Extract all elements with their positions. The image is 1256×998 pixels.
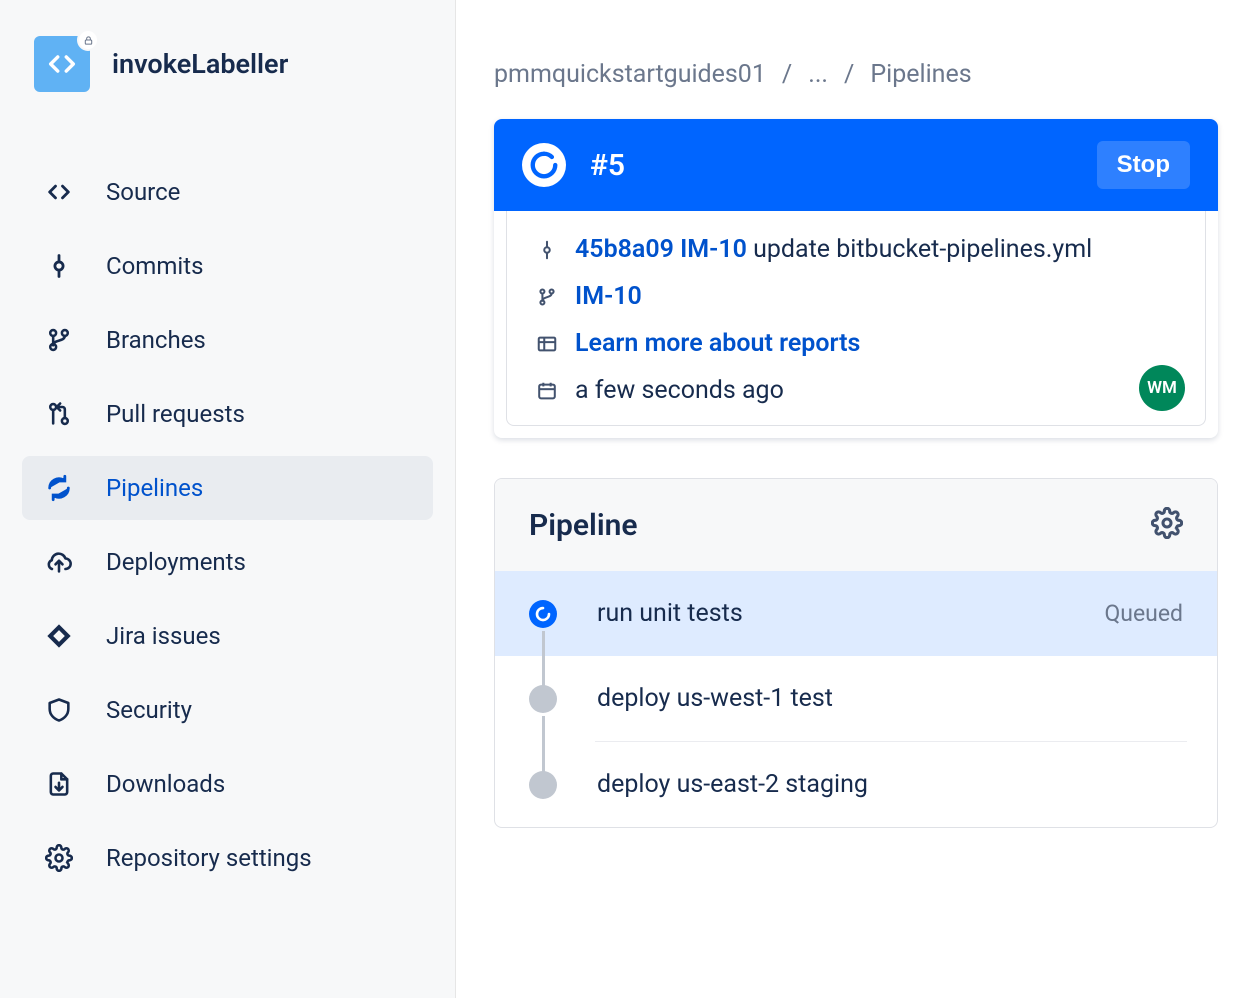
pipeline-title: Pipeline <box>529 508 638 543</box>
step-running-icon <box>529 600 557 628</box>
jira-icon <box>44 622 74 650</box>
shield-icon <box>44 696 74 724</box>
commit-icon <box>535 239 559 261</box>
sidebar-item-label: Jira issues <box>106 622 221 650</box>
step-label: deploy us-east-2 staging <box>597 770 1143 799</box>
download-icon <box>44 770 74 798</box>
step-label: run unit tests <box>597 599 1064 628</box>
time-row: a few seconds ago <box>535 376 1177 405</box>
run-time: a few seconds ago <box>575 376 784 405</box>
step-pending-icon <box>529 771 557 799</box>
branch-row: IM-10 <box>535 282 1177 311</box>
gear-icon <box>44 844 74 872</box>
sidebar-item-label: Deployments <box>106 548 246 576</box>
sidebar-item-downloads[interactable]: Downloads <box>22 752 433 816</box>
report-icon <box>535 333 559 355</box>
sidebar-item-label: Downloads <box>106 770 225 798</box>
sidebar-item-label: Pipelines <box>106 474 203 502</box>
stop-button[interactable]: Stop <box>1097 141 1190 189</box>
repo-icon <box>34 36 90 92</box>
calendar-icon <box>535 380 559 402</box>
run-number: #5 <box>590 148 625 183</box>
run-body: 45b8a09 IM-10 update bitbucket-pipelines… <box>506 211 1206 426</box>
pipeline-header: Pipeline <box>495 479 1217 571</box>
branch-icon <box>535 286 559 308</box>
sidebar-item-label: Repository settings <box>106 844 312 872</box>
lock-icon <box>77 29 99 51</box>
step-status: Queued <box>1104 600 1183 627</box>
pull-request-icon <box>44 400 74 428</box>
repo-name: invokeLabeller <box>112 48 288 80</box>
run-header: #5 Stop <box>494 119 1218 211</box>
avatar[interactable]: WM <box>1139 365 1185 411</box>
run-card: #5 Stop 45b8a09 IM-10 update bitbucket-p… <box>494 119 1218 438</box>
pipeline-step[interactable]: deploy us-west-1 test <box>495 656 1217 741</box>
step-pending-icon <box>529 685 557 713</box>
commit-icon <box>44 252 74 280</box>
sidebar-item-label: Branches <box>106 326 206 354</box>
commit-issue-link[interactable]: IM-10 <box>680 235 747 264</box>
breadcrumb-current[interactable]: Pipelines <box>870 60 971 89</box>
sidebar-nav: Source Commits Branches Pull requests Pi <box>22 160 433 890</box>
pipeline-settings-button[interactable] <box>1151 507 1183 543</box>
commit-row: 45b8a09 IM-10 update bitbucket-pipelines… <box>535 235 1177 264</box>
pipeline-step[interactable]: deploy us-east-2 staging <box>495 742 1217 827</box>
breadcrumb: pmmquickstartguides01 / ... / Pipelines <box>494 60 1218 89</box>
main-content: pmmquickstartguides01 / ... / Pipelines … <box>456 0 1256 998</box>
sidebar-item-label: Pull requests <box>106 400 245 428</box>
breadcrumb-workspace[interactable]: pmmquickstartguides01 <box>494 60 766 89</box>
code-icon <box>44 178 74 206</box>
sidebar-item-label: Security <box>106 696 192 724</box>
sidebar-item-jira-issues[interactable]: Jira issues <box>22 604 433 668</box>
repo-header: invokeLabeller <box>34 36 433 92</box>
sidebar-item-repo-settings[interactable]: Repository settings <box>22 826 433 890</box>
sidebar-item-pipelines[interactable]: Pipelines <box>22 456 433 520</box>
sidebar-item-commits[interactable]: Commits <box>22 234 433 298</box>
breadcrumb-separator: / <box>782 60 792 89</box>
running-status-icon <box>522 143 566 187</box>
sidebar-item-label: Source <box>106 178 180 206</box>
reports-link[interactable]: Learn more about reports <box>575 329 860 358</box>
pipeline-step[interactable]: run unit tests Queued <box>495 571 1217 656</box>
sidebar-item-branches[interactable]: Branches <box>22 308 433 372</box>
pipeline-card: Pipeline run unit tests Queued deploy us… <box>494 478 1218 828</box>
sidebar-item-pull-requests[interactable]: Pull requests <box>22 382 433 446</box>
sidebar-item-source[interactable]: Source <box>22 160 433 224</box>
reports-row: Learn more about reports <box>535 329 1177 358</box>
sidebar-item-label: Commits <box>106 252 203 280</box>
sidebar-item-deployments[interactable]: Deployments <box>22 530 433 594</box>
pipelines-icon <box>44 474 74 502</box>
step-label: deploy us-west-1 test <box>597 684 1143 713</box>
sidebar-item-security[interactable]: Security <box>22 678 433 742</box>
breadcrumb-separator: / <box>844 60 854 89</box>
branch-link[interactable]: IM-10 <box>575 282 642 311</box>
breadcrumb-ellipsis[interactable]: ... <box>808 60 828 89</box>
pipeline-steps: run unit tests Queued deploy us-west-1 t… <box>495 571 1217 827</box>
cloud-upload-icon <box>44 548 74 576</box>
commit-hash-link[interactable]: 45b8a09 <box>575 235 674 264</box>
commit-message: update bitbucket-pipelines.yml <box>753 235 1092 264</box>
branch-icon <box>44 326 74 354</box>
sidebar: invokeLabeller Source Commits Branches <box>0 0 456 998</box>
